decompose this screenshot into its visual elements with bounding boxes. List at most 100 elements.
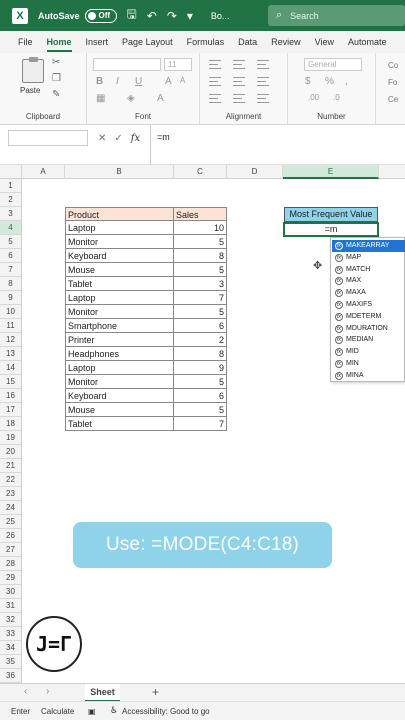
row-header[interactable]: 23 — [0, 487, 22, 501]
underline-button[interactable]: U — [135, 76, 142, 87]
row-header[interactable]: 27 — [0, 543, 22, 557]
tab-formulas[interactable]: Formulas — [180, 37, 232, 53]
more-options-icon[interactable]: ▾ — [187, 9, 193, 23]
table-cell-sales[interactable]: 7 — [174, 291, 227, 305]
tab-page-layout[interactable]: Page Layout — [115, 37, 180, 53]
font-shrink-icon[interactable]: A — [180, 76, 185, 85]
table-cell-sales[interactable]: 8 — [174, 249, 227, 263]
autocomplete-item[interactable]: fx MAXA — [332, 287, 405, 299]
currency-icon[interactable]: $ — [305, 76, 311, 87]
table-cell-product[interactable]: Laptop — [65, 361, 174, 375]
tab-review[interactable]: Review — [264, 37, 308, 53]
row-header[interactable]: 26 — [0, 529, 22, 543]
align-right-icon[interactable] — [257, 77, 269, 86]
table-header-product[interactable]: Product — [65, 207, 174, 221]
column-header-a[interactable]: A — [22, 165, 65, 179]
table-cell-sales[interactable]: 5 — [174, 375, 227, 389]
tab-insert[interactable]: Insert — [79, 37, 116, 53]
autocomplete-item[interactable]: fx MATCH — [332, 264, 405, 276]
autocomplete-item[interactable]: fx MAXIFS — [332, 299, 405, 311]
table-cell-sales[interactable]: 5 — [174, 263, 227, 277]
row-header[interactable]: 12 — [0, 333, 22, 347]
row-header[interactable]: 18 — [0, 417, 22, 431]
font-grow-icon[interactable]: A — [165, 76, 172, 87]
decrease-decimal-icon[interactable]: .0 — [333, 93, 340, 102]
table-cell-sales[interactable]: 9 — [174, 361, 227, 375]
table-cell-product[interactable]: Printer — [65, 333, 174, 347]
table-cell-product[interactable]: Monitor — [65, 235, 174, 249]
row-header[interactable]: 36 — [0, 669, 22, 683]
tab-home[interactable]: Home — [40, 37, 79, 53]
table-cell-sales[interactable]: 8 — [174, 347, 227, 361]
autocomplete-item[interactable]: fx MINA — [332, 370, 405, 382]
font-color-icon[interactable]: A — [157, 93, 164, 104]
percent-icon[interactable]: % — [325, 76, 334, 87]
row-header[interactable]: 35 — [0, 655, 22, 669]
fill-color-icon[interactable]: ◈ — [127, 93, 135, 104]
format-as-table-button[interactable]: Fo — [388, 78, 397, 87]
row-header[interactable]: 28 — [0, 557, 22, 571]
align-top-icon[interactable] — [209, 60, 221, 69]
row-header[interactable]: 22 — [0, 473, 22, 487]
table-cell-sales[interactable]: 3 — [174, 277, 227, 291]
paste-label[interactable]: Paste — [20, 86, 40, 95]
row-header[interactable]: 10 — [0, 305, 22, 319]
table-cell-product[interactable]: Mouse — [65, 263, 174, 277]
autocomplete-item[interactable]: fx MAX — [332, 275, 405, 287]
autocomplete-item[interactable]: fx MDETERM — [332, 311, 405, 323]
most-frequent-value-header[interactable]: Most Frequent Value — [284, 207, 378, 222]
italic-button[interactable]: I — [116, 76, 119, 87]
formula-input[interactable]: =m — [150, 125, 405, 165]
row-header[interactable]: 14 — [0, 361, 22, 375]
accessibility-status[interactable]: Accessibility: Good to go — [122, 707, 210, 716]
comma-icon[interactable]: , — [345, 76, 348, 87]
row-header[interactable]: 31 — [0, 599, 22, 613]
table-cell-product[interactable]: Smartphone — [65, 319, 174, 333]
autocomplete-item[interactable]: fx MDURATION — [332, 323, 405, 335]
table-cell-product[interactable]: Headphones — [65, 347, 174, 361]
undo-icon[interactable]: ↶ — [147, 9, 157, 23]
tab-file[interactable]: File — [11, 37, 40, 53]
row-header[interactable]: 3 — [0, 207, 22, 221]
row-header[interactable]: 11 — [0, 319, 22, 333]
increase-indent-icon[interactable] — [233, 94, 245, 103]
next-sheet-icon[interactable]: › — [46, 686, 49, 697]
table-cell-product[interactable]: Monitor — [65, 305, 174, 319]
decrease-indent-icon[interactable] — [209, 94, 221, 103]
macro-recording-icon[interactable]: ▣ — [88, 707, 96, 716]
row-header[interactable]: 16 — [0, 389, 22, 403]
table-cell-product[interactable]: Mouse — [65, 403, 174, 417]
table-cell-product[interactable]: Monitor — [65, 375, 174, 389]
table-cell-sales[interactable]: 6 — [174, 389, 227, 403]
column-header-d[interactable]: D — [227, 165, 283, 179]
enter-icon[interactable]: ✓ — [114, 133, 122, 144]
row-header[interactable]: 13 — [0, 347, 22, 361]
file-name[interactable]: Bo... — [211, 11, 230, 21]
row-header[interactable]: 33 — [0, 627, 22, 641]
insert-function-icon[interactable]: fx — [131, 133, 140, 144]
table-cell-sales[interactable]: 6 — [174, 319, 227, 333]
table-cell-product[interactable]: Laptop — [65, 291, 174, 305]
row-header[interactable]: 5 — [0, 235, 22, 249]
autocomplete-item[interactable]: fx MEDIAN — [332, 334, 405, 346]
font-name-box[interactable] — [93, 58, 161, 71]
column-header-e[interactable]: E — [283, 165, 379, 179]
sheet-tab-active[interactable]: Sheet — [85, 684, 120, 702]
tab-view[interactable]: View — [308, 37, 341, 53]
borders-icon[interactable]: ▦ — [96, 93, 105, 104]
add-sheet-icon[interactable]: + — [152, 685, 159, 699]
save-icon[interactable]: 🖫 — [127, 5, 137, 26]
row-header[interactable]: 7 — [0, 263, 22, 277]
row-header[interactable]: 25 — [0, 515, 22, 529]
table-cell-sales[interactable]: 2 — [174, 333, 227, 347]
paste-icon[interactable] — [22, 57, 44, 83]
autocomplete-item[interactable]: fx MAP — [332, 252, 405, 264]
row-header[interactable]: 34 — [0, 641, 22, 655]
cell-styles-button[interactable]: Ce — [388, 95, 398, 104]
autocomplete-item[interactable]: fx MID — [332, 346, 405, 358]
tab-data[interactable]: Data — [231, 37, 264, 53]
cut-icon[interactable]: ✂ — [52, 57, 60, 68]
autocomplete-item[interactable]: fx MIN — [332, 358, 405, 370]
autocomplete-item[interactable]: fx MAKEARRAY — [332, 240, 405, 252]
align-middle-icon[interactable] — [233, 60, 245, 69]
